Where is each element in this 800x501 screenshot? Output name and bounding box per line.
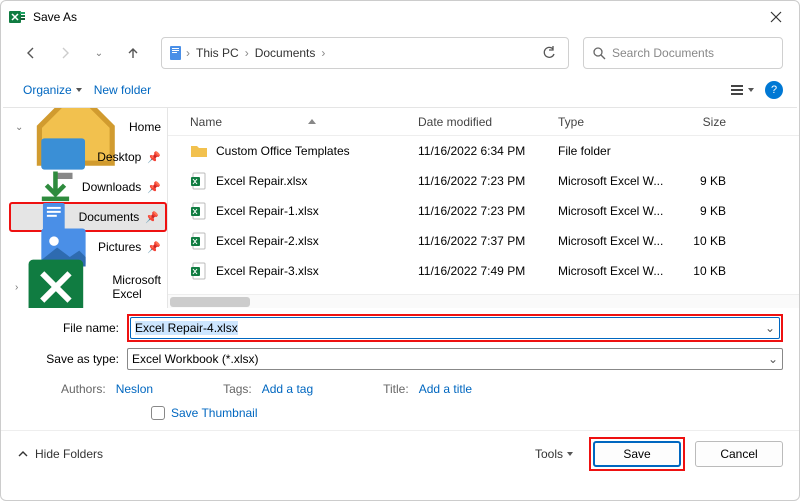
xlsx-icon [190,172,208,190]
save-thumbnail-checkbox[interactable] [151,406,165,420]
list-item[interactable]: Excel Repair-2.xlsx 11/16/2022 7:37 PMMi… [168,226,799,256]
excel-icon [24,246,106,308]
breadcrumb-root[interactable]: This PC [192,46,243,60]
saveastype-select[interactable]: Excel Workbook (*.xlsx) [127,348,783,370]
pin-icon: 📌 [147,151,161,164]
search-placeholder: Search Documents [612,46,714,60]
address-bar[interactable]: › This PC › Documents › [161,37,569,69]
column-header-type[interactable]: Type [558,115,678,129]
chevron-right-icon: › [243,46,251,60]
hide-folders-button[interactable]: Hide Folders [17,447,103,461]
list-item[interactable]: Excel Repair-1.xlsx 11/16/2022 7:23 PMMi… [168,196,799,226]
chevron-right-icon: › [15,282,18,293]
xlsx-icon [190,262,208,280]
saveastype-label: Save as type: [17,352,127,366]
save-thumbnail-label: Save Thumbnail [171,406,258,420]
organize-menu[interactable]: Organize [17,79,88,101]
filename-input[interactable]: Excel Repair-4.xlsx [130,317,780,339]
column-header-size[interactable]: Size [678,115,738,129]
list-item[interactable]: Excel Repair.xlsx 11/16/2022 7:23 PMMicr… [168,166,799,196]
refresh-button[interactable] [536,46,562,60]
folder-icon [190,142,208,160]
cancel-button[interactable]: Cancel [695,441,783,467]
list-item[interactable]: Excel Repair-3.xlsx 11/16/2022 7:49 PMMi… [168,256,799,286]
forward-button[interactable] [51,39,79,67]
search-icon [592,46,606,60]
search-input[interactable]: Search Documents [583,37,783,69]
list-item[interactable]: Custom Office Templates 11/16/2022 6:34 … [168,136,799,166]
excel-app-icon [9,9,25,25]
tools-menu[interactable]: Tools [529,443,579,465]
file-list: Name Date modified Type Size Custom Offi… [168,108,799,308]
up-button[interactable] [119,39,147,67]
chevron-down-icon: ⌄ [15,122,23,133]
title-value[interactable]: Add a title [419,382,472,396]
new-folder-button[interactable]: New folder [88,79,157,101]
breadcrumb-folder[interactable]: Documents [251,46,320,60]
authors-label: Authors: [61,382,106,396]
back-button[interactable] [17,39,45,67]
authors-value[interactable]: Neslon [116,382,153,396]
save-button[interactable]: Save [593,441,681,467]
window-title: Save As [33,10,769,24]
help-button[interactable]: ? [765,81,783,99]
pin-icon: 📌 [147,181,161,194]
chevron-right-icon: › [184,46,192,60]
close-icon[interactable] [769,10,783,24]
column-header-name[interactable]: Name [168,115,418,129]
tags-value[interactable]: Add a tag [262,382,313,396]
chevron-right-icon: › [319,46,327,60]
xlsx-icon [190,202,208,220]
xlsx-icon [190,232,208,250]
column-header-date[interactable]: Date modified [418,115,558,129]
sort-asc-icon [308,119,316,124]
sidebar: ⌄ Home Desktop📌 Downloads📌 Documents📌 Pi… [1,108,167,308]
tags-label: Tags: [223,382,252,396]
pin-icon: 📌 [147,241,161,254]
filename-label: File name: [17,321,127,335]
sidebar-item-excel[interactable]: › Microsoft Excel [9,272,167,302]
pin-icon: 📌 [145,211,159,224]
title-label: Title: [383,382,409,396]
view-mode-button[interactable] [727,76,755,104]
chevron-up-icon [17,448,29,460]
recent-dropdown[interactable]: ⌄ [85,39,113,67]
horizontal-scrollbar[interactable] [168,294,799,308]
page-icon [168,45,184,61]
